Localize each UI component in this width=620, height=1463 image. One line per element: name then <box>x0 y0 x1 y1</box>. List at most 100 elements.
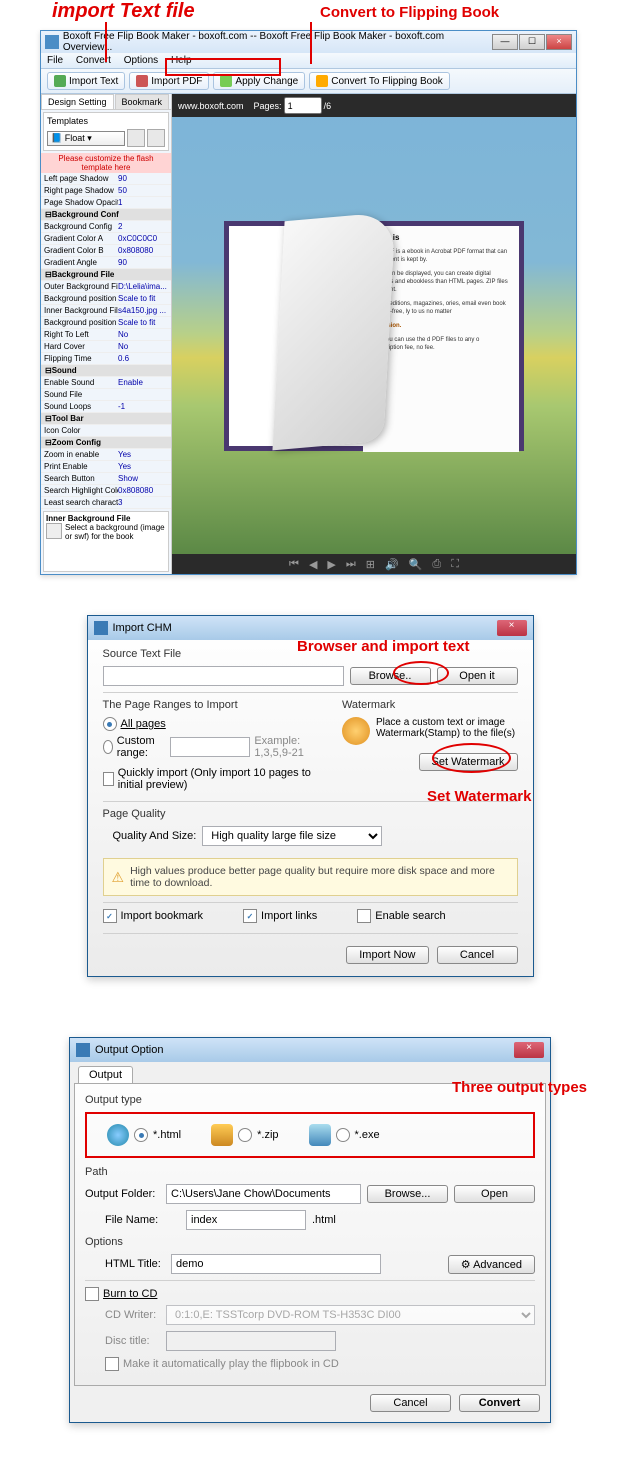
import-links-checkbox[interactable] <box>243 909 257 923</box>
annotation-highlight-convert <box>165 58 281 76</box>
close-icon[interactable]: × <box>514 1042 544 1058</box>
property-row[interactable]: Least search characters3 <box>41 497 171 509</box>
custom-range-radio[interactable] <box>103 740 113 754</box>
browse-button[interactable]: Browse... <box>367 1185 448 1203</box>
burn-cd-checkbox[interactable] <box>85 1287 99 1301</box>
quality-select[interactable]: High quality large file size <box>202 826 382 846</box>
close-icon[interactable]: × <box>497 620 527 636</box>
convert-button[interactable]: Convert <box>459 1394 540 1412</box>
tab-bookmark[interactable]: Bookmark <box>115 94 170 109</box>
quickly-import-checkbox[interactable] <box>103 772 114 786</box>
thumbnails-icon[interactable]: ⊞ <box>366 558 375 571</box>
import-links-label: Import links <box>261 910 317 922</box>
import-text-button[interactable]: Import Text <box>47 72 125 90</box>
property-row[interactable]: ⊟Tool Bar <box>41 413 171 425</box>
property-row[interactable]: ⊟Background Config <box>41 209 171 221</box>
property-row[interactable]: Inner Background Files4a150.jpg ... <box>41 305 171 317</box>
property-row[interactable]: Outer Background FileD:\Lelia\ima... <box>41 281 171 293</box>
first-icon[interactable]: ⏮ <box>289 558 299 571</box>
minimize-button[interactable]: — <box>492 34 518 50</box>
custom-range-input[interactable] <box>170 737 250 757</box>
output-folder-input[interactable] <box>166 1184 361 1204</box>
info-box: ⚠ High values produce better page qualit… <box>103 858 518 896</box>
flipbook-preview[interactable]: What is Flip PDF is a ebook in Acrobat P… <box>172 117 576 554</box>
preview-top-bar: www.boxoft.com Pages: /6 <box>172 94 576 117</box>
disc-title-label: Disc title: <box>105 1335 160 1347</box>
annotation-convert: Convert to Flipping Book <box>320 4 499 21</box>
preview-url: www.boxoft.com <box>178 101 244 111</box>
open-button[interactable]: Open <box>454 1185 535 1203</box>
file-icon[interactable] <box>46 523 62 539</box>
import-bookmark-checkbox[interactable] <box>103 909 117 923</box>
custom-range-label: Custom range: <box>117 735 167 759</box>
template-dropdown[interactable]: 📘 Float ▾ <box>47 131 125 146</box>
pdf-icon <box>136 75 148 87</box>
property-row[interactable]: Left page Shadow90 <box>41 173 171 185</box>
file-name-input[interactable] <box>186 1210 306 1230</box>
zip-radio[interactable] <box>238 1128 252 1142</box>
convert-to-flipping-book-button[interactable]: Convert To Flipping Book <box>309 72 450 90</box>
annotation-browser-import: Browser and import text <box>297 638 470 655</box>
cancel-button[interactable]: Cancel <box>437 946 518 964</box>
property-row[interactable]: Sound File <box>41 389 171 401</box>
plus-icon <box>54 75 66 87</box>
warning-icon: ⚠ <box>112 869 125 886</box>
template-refresh-icon[interactable] <box>127 129 145 147</box>
menu-options[interactable]: Options <box>124 55 158 66</box>
property-row[interactable]: Sound Loops-1 <box>41 401 171 413</box>
property-row[interactable]: Search Highlight Color0x808080 <box>41 485 171 497</box>
html-radio[interactable] <box>134 1128 148 1142</box>
advanced-button[interactable]: ⚙ Advanced <box>448 1255 535 1274</box>
print-icon[interactable]: ⎙ <box>432 558 441 571</box>
property-row[interactable]: Background Config2 <box>41 221 171 233</box>
property-row[interactable]: Gradient Color B0x808080 <box>41 245 171 257</box>
property-row[interactable]: Background positionScale to fit <box>41 317 171 329</box>
zoom-icon[interactable]: 🔍 <box>409 558 423 571</box>
customize-link[interactable]: Please customize the flash template here <box>41 153 171 173</box>
property-row[interactable]: Flipping Time0.6 <box>41 353 171 365</box>
html-title-input[interactable] <box>171 1254 381 1274</box>
property-row[interactable]: Right To LeftNo <box>41 329 171 341</box>
property-row[interactable]: Hard CoverNo <box>41 341 171 353</box>
source-file-input[interactable] <box>103 666 344 686</box>
prev-icon[interactable]: ◀ <box>309 558 317 571</box>
import-now-button[interactable]: Import Now <box>346 946 428 964</box>
cancel-button[interactable]: Cancel <box>370 1394 451 1412</box>
sound-icon[interactable]: 🔊 <box>385 558 399 571</box>
property-row[interactable]: Zoom in enableYes <box>41 449 171 461</box>
window-controls: — ☐ × <box>491 34 572 50</box>
open-it-button[interactable]: Open it <box>437 667 518 685</box>
property-row[interactable]: Gradient Angle90 <box>41 257 171 269</box>
dialog-icon <box>94 621 108 635</box>
page-input[interactable] <box>284 97 322 114</box>
property-row[interactable]: Gradient Color A0xC0C0C0 <box>41 233 171 245</box>
property-row[interactable]: ⊟Zoom Config <box>41 437 171 449</box>
tab-design-setting[interactable]: Design Setting <box>41 94 114 109</box>
next-icon[interactable]: ▶ <box>327 558 335 571</box>
property-row[interactable]: Right page Shadow50 <box>41 185 171 197</box>
properties-grid[interactable]: Left page Shadow90Right page Shadow50Pag… <box>41 173 171 509</box>
property-row[interactable]: Page Shadow Opacity1 <box>41 197 171 209</box>
property-row[interactable]: Print EnableYes <box>41 461 171 473</box>
close-button[interactable]: × <box>546 34 572 50</box>
fullscreen-icon[interactable]: ⛶ <box>451 558 459 571</box>
all-pages-radio[interactable] <box>103 717 117 731</box>
property-row[interactable]: Icon Color <box>41 425 171 437</box>
info-text: High values produce better page quality … <box>130 865 508 889</box>
property-row[interactable]: ⊟Background File <box>41 269 171 281</box>
property-row[interactable]: Background positionScale to fit <box>41 293 171 305</box>
dialog-titlebar: Import CHM × <box>88 616 533 640</box>
exe-radio[interactable] <box>336 1128 350 1142</box>
property-row[interactable]: ⊟Sound <box>41 365 171 377</box>
enable-search-checkbox[interactable] <box>357 909 371 923</box>
template-export-icon[interactable] <box>147 129 165 147</box>
maximize-button[interactable]: ☐ <box>519 34 545 50</box>
property-row[interactable]: Search ButtonShow <box>41 473 171 485</box>
property-row[interactable]: Enable SoundEnable <box>41 377 171 389</box>
last-icon[interactable]: ⏭ <box>346 558 356 571</box>
output-tab[interactable]: Output <box>78 1066 133 1083</box>
page-ranges-panel: The Page Ranges to Import All pages Cust… <box>103 699 322 795</box>
templates-label: Templates <box>47 116 165 126</box>
html-label: *.html <box>153 1129 181 1141</box>
menu-file[interactable]: File <box>47 55 63 66</box>
